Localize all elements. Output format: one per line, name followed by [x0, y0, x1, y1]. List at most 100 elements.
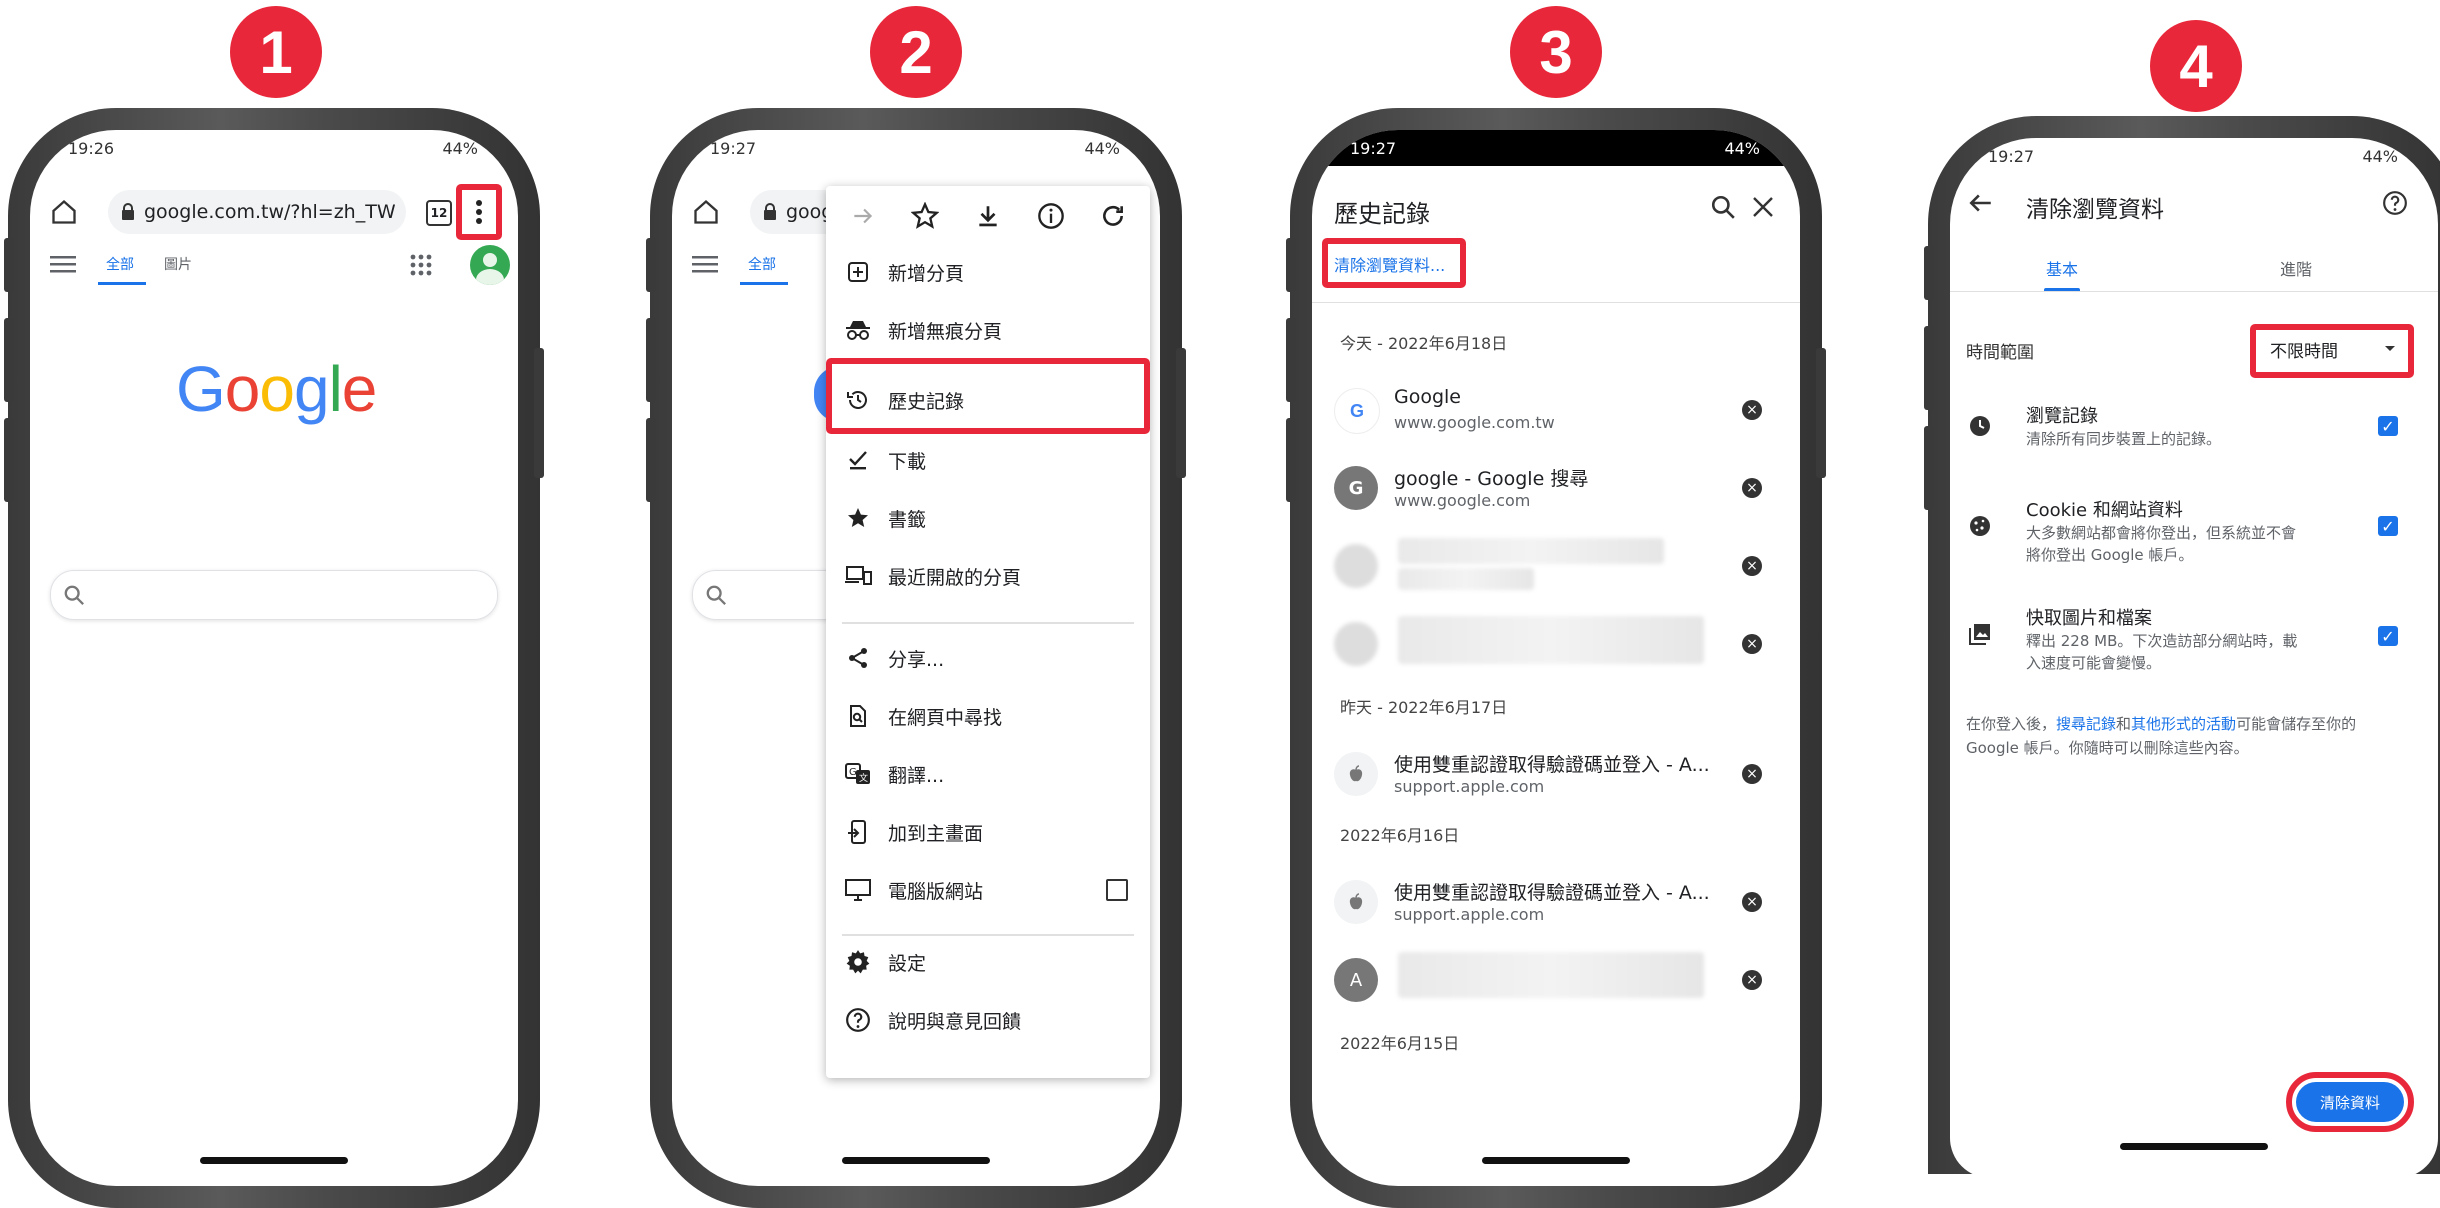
tab-switcher-button[interactable]: 12	[426, 200, 452, 226]
redacted-text	[1398, 538, 1664, 564]
find-in-page-icon	[842, 700, 874, 732]
menu-divider	[842, 622, 1134, 624]
remove-entry-icon[interactable]: ×	[1742, 400, 1762, 420]
status-battery: 44%	[2362, 146, 2398, 166]
menu-item[interactable]: 新增無痕分頁	[826, 303, 1150, 357]
star-outline-icon[interactable]	[911, 202, 940, 230]
menu-item[interactable]: 設定	[826, 935, 1150, 989]
menu-item[interactable]: 說明與意見回饋	[826, 993, 1150, 1047]
overflow-menu: 新增分頁 新增無痕分頁 歷史記錄 下載 書籤 最近開啟的分頁 分享... 在網頁中尋找 G 文翻譯…	[826, 186, 1150, 1078]
checkbox-cookies[interactable]: ✓	[2378, 516, 2398, 536]
status-battery: 44%	[1084, 138, 1120, 158]
home-indicator[interactable]	[842, 1157, 990, 1164]
avatar[interactable]	[470, 245, 510, 285]
menu-item[interactable]: 分享...	[826, 631, 1150, 685]
svg-text:G: G	[849, 767, 857, 778]
remove-entry-icon[interactable]: ×	[1742, 892, 1762, 912]
status-battery: 44%	[1724, 138, 1760, 158]
apps-grid-icon[interactable]	[410, 254, 432, 276]
other-activity-link[interactable]: 其他形式的活動	[2131, 715, 2236, 733]
new-tab-icon	[842, 256, 874, 288]
home-indicator[interactable]	[200, 1157, 348, 1164]
forward-icon[interactable]	[850, 203, 876, 229]
footer-text: 在你登入後，	[1966, 715, 2057, 733]
history-entry-redacted[interactable]: ×	[1312, 532, 1800, 604]
add-to-home-icon	[842, 816, 874, 848]
screen-3: 19:27 44% 歷史記錄 清除瀏覽資料... 今天 - 2022年6月18日…	[1312, 130, 1800, 1186]
apple-favicon-icon	[1334, 752, 1378, 796]
status-bar: 19:27 44%	[1312, 130, 1800, 166]
search-icon[interactable]	[1710, 194, 1736, 220]
menu-item-label: 書籤	[888, 508, 927, 531]
history-entry[interactable]: 使用雙重認證取得驗證碼並登入 - A... support.apple.com …	[1312, 740, 1800, 812]
search-history-link[interactable]: 搜尋記錄	[2056, 715, 2116, 733]
date-header-jun16: 2022年6月16日	[1340, 826, 1460, 845]
info-icon[interactable]	[1037, 202, 1065, 230]
history-entry-redacted[interactable]: A ×	[1312, 946, 1800, 1018]
phone-2: 19:27 44% goog 全部 新增分頁 新增無痕分頁 歷史記錄 下載 書籤…	[646, 108, 1186, 1208]
entry-title: 使用雙重認證取得驗證碼並登入 - A...	[1394, 754, 1710, 776]
menu-item[interactable]: 電腦版網站	[826, 863, 1150, 917]
tab-images[interactable]: 圖片	[164, 254, 192, 274]
menu-divider	[842, 934, 1134, 936]
menu-item[interactable]: 新增分頁	[826, 245, 1150, 299]
remove-entry-icon[interactable]: ×	[1742, 478, 1762, 498]
checkbox-cache[interactable]: ✓	[2378, 626, 2398, 646]
step-badge-3: 3	[1510, 6, 1602, 98]
remove-entry-icon[interactable]: ×	[1742, 634, 1762, 654]
menu-item[interactable]: 下載	[826, 433, 1150, 487]
history-entry-redacted[interactable]: ×	[1312, 610, 1800, 682]
entry-url: www.google.com	[1394, 491, 1531, 510]
home-indicator[interactable]	[2120, 1143, 2268, 1150]
status-time: 19:27	[1988, 146, 2035, 166]
history-entry[interactable]: G google - Google 搜尋 www.google.com ×	[1312, 454, 1800, 526]
screen-1: 19:26 44% google.com.tw/?hl=zh_TW 12 全部 …	[30, 130, 518, 1186]
option-desc: 釋出 228 MB。下次造訪部分網站時，載	[2026, 632, 2298, 650]
clock-icon	[1968, 414, 1992, 438]
settings-icon	[842, 946, 874, 978]
home-indicator[interactable]	[1482, 1157, 1630, 1164]
hamburger-menu-icon[interactable]	[50, 254, 76, 274]
refresh-icon[interactable]	[1100, 203, 1126, 229]
entry-url: www.google.com.tw	[1394, 413, 1555, 432]
tab-all[interactable]: 全部	[748, 254, 776, 274]
menu-item[interactable]: 加到主畫面	[826, 805, 1150, 859]
highlight-history-item	[826, 358, 1150, 434]
divider	[1312, 302, 1800, 303]
tab-advanced[interactable]: 進階	[2280, 256, 2312, 280]
remove-entry-icon[interactable]: ×	[1742, 970, 1762, 990]
close-icon[interactable]	[1752, 196, 1774, 218]
share-icon	[842, 642, 874, 674]
menu-item[interactable]: 書籤	[826, 491, 1150, 545]
menu-item[interactable]: 最近開啟的分頁	[826, 549, 1150, 603]
redacted-text	[1398, 952, 1704, 998]
desktop-site-checkbox[interactable]	[1106, 879, 1128, 901]
address-bar[interactable]: google.com.tw/?hl=zh_TW	[108, 190, 406, 234]
time-range-label: 時間範圍	[1966, 343, 2034, 363]
date-header-jun15: 2022年6月15日	[1340, 1034, 1460, 1053]
footer-text: Google 帳戶。你隨時可以刪除這些內容。	[1966, 739, 2249, 757]
remove-entry-icon[interactable]: ×	[1742, 764, 1762, 784]
google-logo-letter: g	[293, 353, 330, 425]
tab-basic[interactable]: 基本	[2046, 256, 2078, 280]
status-bar: 19:27 44%	[672, 130, 1160, 166]
footer-text: 可能會儲存至你的	[2236, 715, 2357, 733]
menu-item[interactable]: G 文翻譯...	[826, 747, 1150, 801]
download-icon[interactable]	[975, 203, 1001, 229]
redacted-text	[1398, 616, 1704, 664]
history-entry[interactable]: 使用雙重認證取得驗證碼並登入 - A... support.apple.com …	[1312, 868, 1800, 940]
hamburger-menu-icon[interactable]	[692, 254, 718, 274]
remove-entry-icon[interactable]: ×	[1742, 556, 1762, 576]
home-icon[interactable]	[692, 198, 720, 226]
search-box[interactable]	[50, 570, 498, 620]
checkbox-browsing-history[interactable]: ✓	[2378, 416, 2398, 436]
phone-3: 19:27 44% 歷史記錄 清除瀏覽資料... 今天 - 2022年6月18日…	[1286, 108, 1826, 1208]
option-desc: 大多數網站都會將你登出，但系統並不會	[2026, 524, 2297, 542]
history-entry[interactable]: G Google www.google.com.tw ×	[1312, 376, 1800, 448]
help-icon[interactable]	[2382, 190, 2408, 216]
tab-all[interactable]: 全部	[106, 254, 134, 274]
home-icon[interactable]	[50, 198, 78, 226]
menu-item-label: 說明與意見回饋	[888, 1010, 1022, 1033]
menu-item[interactable]: 在網頁中尋找	[826, 689, 1150, 743]
back-arrow-icon[interactable]	[1968, 190, 1994, 216]
